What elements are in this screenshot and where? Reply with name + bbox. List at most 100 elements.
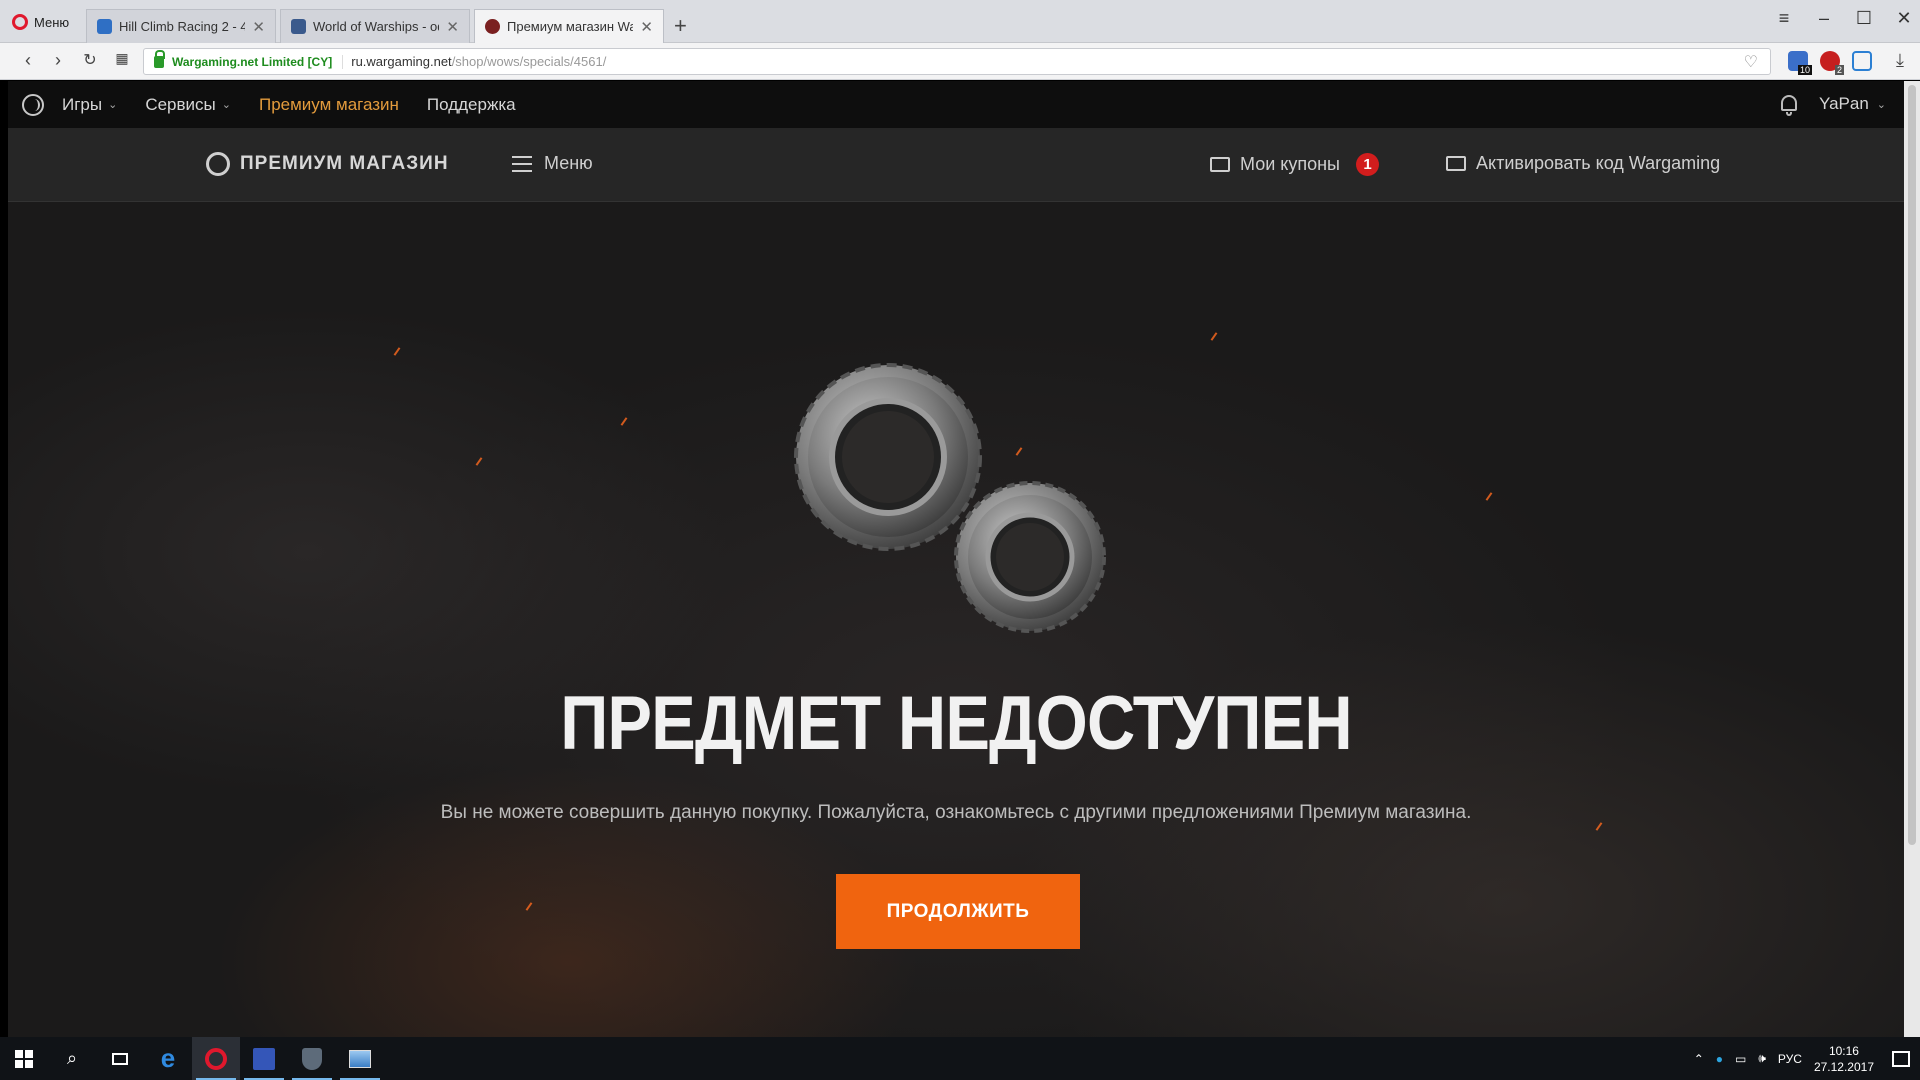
reload-icon[interactable]: ↻ <box>78 50 102 70</box>
maximize-icon[interactable]: ☐ <box>1844 8 1884 29</box>
coupon-icon <box>1210 157 1230 172</box>
url-host: ru.wargaming.net <box>351 54 452 69</box>
tab-world-of-warships[interactable]: World of Warships - офиц ✕ <box>280 9 470 43</box>
chevron-down-icon: ⌄ <box>221 99 231 111</box>
forward-icon[interactable]: › <box>46 50 70 71</box>
ember-decoration <box>393 347 401 356</box>
ember-decoration <box>1485 492 1493 501</box>
browser-tab-strip: Меню Hill Climb Racing 2 - 4PDA ✕ World … <box>0 0 1920 43</box>
vpn-icon[interactable] <box>1852 51 1872 71</box>
ember-decoration <box>525 902 533 911</box>
site-header: Игры ⌄ Сервисы ⌄ Премиум магазин Поддержка… <box>8 81 1904 128</box>
nav-premium-shop[interactable]: Премиум магазин <box>259 95 399 115</box>
nav-label: Поддержка <box>426 94 516 114</box>
security-label[interactable]: Wargaming.net Limited [CY] <box>172 54 344 69</box>
wargaming-favicon-icon <box>485 19 500 34</box>
shop-bar: ПРЕМИУМ МАГАЗИН Меню Мои купоны 1 Активи… <box>8 128 1904 202</box>
skype-icon[interactable]: ● <box>1716 1052 1723 1066</box>
tab-premium-shop[interactable]: Премиум магазин Warga ✕ <box>474 9 664 43</box>
volume-icon[interactable]: 🕪 <box>1758 1051 1766 1066</box>
minimize-icon[interactable]: – <box>1804 8 1844 29</box>
wargaming-logo-icon <box>206 152 230 176</box>
nav-games[interactable]: Игры ⌄ <box>62 95 117 115</box>
activate-code-link[interactable]: Активировать код Wargaming <box>1446 153 1720 174</box>
tabs-grid-icon[interactable]: ▦ <box>110 50 134 67</box>
close-tab-icon[interactable]: ✕ <box>252 18 265 36</box>
photos-app-icon[interactable] <box>336 1037 384 1080</box>
hero-section: ПРЕДМЕТ НЕДОСТУПЕН Вы не можете совершит… <box>8 202 1904 1037</box>
username: YaPan <box>1819 94 1869 113</box>
close-window-icon[interactable]: ✕ <box>1884 8 1920 29</box>
shop-menu-label: Меню <box>544 153 593 173</box>
screen: Меню Hill Climb Racing 2 - 4PDA ✕ World … <box>0 0 1920 1080</box>
gears-illustration-icon <box>794 363 1106 633</box>
nav-support[interactable]: Поддержка <box>427 95 516 115</box>
tab-title: Премиум магазин Warga <box>507 19 634 34</box>
nav-services[interactable]: Сервисы ⌄ <box>145 95 231 115</box>
lock-icon <box>154 49 165 68</box>
coupons-count-badge: 1 <box>1355 153 1379 176</box>
browser-menu-button[interactable]: Меню <box>12 10 69 34</box>
task-view-icon[interactable] <box>96 1037 144 1080</box>
tab-title: World of Warships - офиц <box>313 19 439 34</box>
my-coupons-link[interactable]: Мои купоны 1 <box>1210 153 1379 176</box>
browser-address-bar: ‹ › ↻ ▦ Wargaming.net Limited [CY] ru.wa… <box>0 43 1920 80</box>
gift-code-icon <box>1446 156 1466 171</box>
warships-favicon-icon <box>291 19 306 34</box>
start-button[interactable] <box>0 1037 48 1080</box>
new-tab-button[interactable]: + <box>674 13 687 39</box>
clock-date: 27.12.2017 <box>1813 1059 1874 1074</box>
clock[interactable]: 10:16 27.12.2017 <box>1814 1043 1874 1075</box>
ember-decoration <box>475 457 483 466</box>
scrollbar-thumb[interactable] <box>1908 85 1916 845</box>
close-tab-icon[interactable]: ✕ <box>446 18 459 36</box>
warships-app-icon[interactable] <box>288 1037 336 1080</box>
action-center-icon[interactable] <box>1892 1050 1910 1067</box>
floppy-app-icon[interactable] <box>240 1037 288 1080</box>
url-path: /shop/wows/specials/4561/ <box>451 54 607 69</box>
language-indicator[interactable]: РУС <box>1778 1052 1802 1066</box>
extension-badge: 10 <box>1797 65 1812 75</box>
hero-heading: ПРЕДМЕТ НЕДОСТУПЕН <box>560 681 1352 766</box>
nav-label: Премиум магазин <box>258 94 399 114</box>
system-tray: ⌃ ● ▭ 🕪 РУС 10:16 27.12.2017 <box>1694 1037 1920 1080</box>
coupons-label: Мои купоны <box>1240 154 1340 174</box>
shop-menu-button[interactable]: Меню <box>512 153 593 174</box>
ember-decoration <box>620 417 628 426</box>
adblock-badge: 2 <box>1834 65 1844 75</box>
activate-label: Активировать код Wargaming <box>1476 153 1721 173</box>
close-tab-icon[interactable]: ✕ <box>640 18 653 36</box>
extension-icon[interactable]: 10 <box>1788 51 1812 75</box>
shop-title: ПРЕМИУМ МАГАЗИН <box>240 153 449 174</box>
wargaming-logo-icon[interactable] <box>22 93 44 116</box>
edge-browser-icon[interactable]: e <box>144 1037 192 1080</box>
continue-button[interactable]: ПРОДОЛЖИТЬ <box>836 874 1080 949</box>
back-icon[interactable]: ‹ <box>16 50 40 71</box>
download-icon[interactable]: ⤓ <box>1888 50 1912 71</box>
opera-taskbar-icon[interactable] <box>192 1037 240 1080</box>
hero-message: Вы не можете совершить данную покупку. П… <box>440 802 1472 823</box>
hamburger-icon <box>512 155 532 172</box>
page-scrollbar[interactable] <box>1904 81 1920 1037</box>
network-icon[interactable]: ▭ <box>1735 1052 1746 1066</box>
adblock-icon[interactable]: 2 <box>1820 51 1844 75</box>
shop-logo[interactable]: ПРЕМИУМ МАГАЗИН <box>206 152 449 176</box>
opera-logo-icon <box>12 14 28 30</box>
chevron-down-icon: ⌄ <box>1876 98 1886 111</box>
tab-menu-icon[interactable]: ≡ <box>1764 8 1804 29</box>
tab-hill-climb[interactable]: Hill Climb Racing 2 - 4PDA ✕ <box>86 9 276 43</box>
notifications-bell-icon[interactable] <box>1778 93 1800 117</box>
url-field[interactable]: Wargaming.net Limited [CY] ru.wargaming.… <box>143 48 1771 75</box>
windows-taskbar: ⌕ e ⌃ ● ▭ 🕪 РУС 10:16 27.12.2017 <box>0 1037 1920 1080</box>
nav-label: Игры <box>62 94 103 114</box>
nav-label: Сервисы <box>145 94 216 114</box>
user-menu[interactable]: YaPan ⌄ <box>1819 94 1886 114</box>
4pda-favicon-icon <box>97 19 112 34</box>
windows-logo-icon <box>15 1049 33 1068</box>
browser-menu-label: Меню <box>34 14 70 30</box>
bookmark-heart-icon[interactable]: ♡ <box>1744 52 1758 72</box>
chevron-down-icon: ⌄ <box>108 99 118 111</box>
clock-time: 10:16 <box>1828 1043 1859 1058</box>
chevron-up-icon[interactable]: ⌃ <box>1694 1052 1704 1066</box>
search-icon[interactable]: ⌕ <box>48 1037 96 1080</box>
